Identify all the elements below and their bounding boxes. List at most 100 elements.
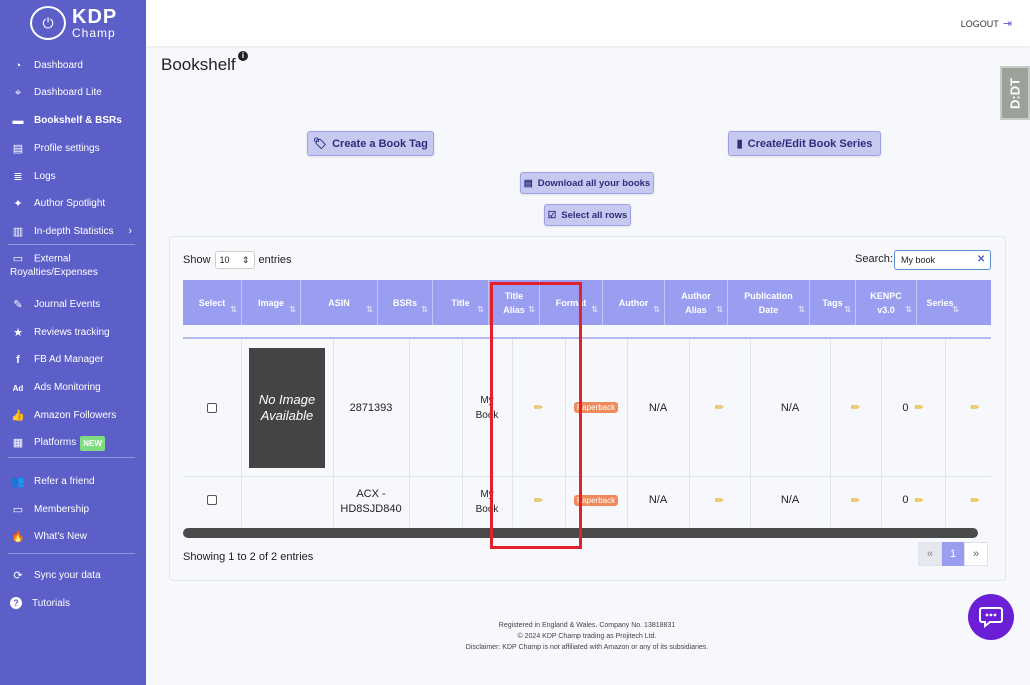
column-header-select[interactable]: Select ⇅	[183, 280, 242, 325]
sort-icon: ⇅	[477, 305, 484, 314]
select-arrows-icon: ⇕	[241, 254, 250, 265]
sort-icon: ⇅	[289, 305, 296, 314]
row-checkbox[interactable]	[207, 495, 217, 505]
logout-link[interactable]: LOGOUT ⇥	[961, 17, 1012, 30]
create-book-tag-button[interactable]: 🏷 Create a Book Tag	[307, 131, 434, 156]
search-label: Search:	[855, 253, 893, 265]
sidebar-item-whats-new[interactable]: 🔥 What's New	[10, 530, 140, 544]
sidebar-item-ads-monitoring[interactable]: Ad Ads Monitoring	[10, 381, 140, 395]
book-cover-placeholder: No Image Available	[249, 347, 325, 468]
logs-icon: ≣	[13, 170, 23, 183]
sidebar-item-author-spotlight[interactable]: ✦ Author Spotlight	[10, 197, 140, 211]
topbar: LOGOUT ⇥	[146, 0, 1030, 46]
footer: Registered in England & Wales. Company N…	[465, 622, 709, 651]
fire-icon: 🔥	[11, 530, 25, 543]
previous-page-button[interactable]: «	[918, 542, 942, 566]
divider	[8, 553, 135, 554]
download-file-icon: ▤	[523, 177, 533, 189]
new-badge: NEW	[80, 436, 105, 451]
sidebar-item-dashboard-lite[interactable]: ⌖ Dashboard Lite	[10, 86, 140, 100]
users-icon: 👥	[11, 475, 25, 488]
column-header-publication-date[interactable]: Publication Date ⇅	[728, 280, 810, 325]
facebook-icon: f	[16, 353, 20, 366]
column-header-series[interactable]: Series ⇅	[917, 280, 963, 325]
edit-kenpc-pencil-icon[interactable]: ✏	[914, 401, 923, 414]
sidebar-item-sync-data[interactable]: ⟳ Sync your data	[10, 569, 140, 583]
side-tab[interactable]: D:DT	[1000, 66, 1030, 120]
sidebar-item-journal-events[interactable]: ✎ Journal Events	[10, 298, 140, 312]
sort-icon: ⇅	[952, 305, 959, 314]
sidebar-item-dashboard[interactable]: ◔ Dashboard	[10, 59, 140, 73]
column-header-kenpc[interactable]: KENPC v3.0 ⇅	[856, 280, 917, 325]
sidebar-item-logs[interactable]: ≣ Logs	[10, 170, 140, 184]
page-1-button[interactable]: 1	[942, 542, 964, 566]
lightbulb-icon: ✦	[13, 197, 23, 210]
page-size-select[interactable]: 10 ⇕	[214, 251, 255, 269]
page-size-control: Show 10 ⇕ entries	[183, 251, 292, 269]
edit-tags-pencil-icon[interactable]: ✏	[851, 401, 860, 414]
column-header-image[interactable]: Image ⇅	[242, 280, 301, 325]
create-edit-series-button[interactable]: ▮ Create/Edit Book Series	[728, 131, 881, 156]
row-checkbox[interactable]	[207, 402, 217, 413]
sidebar-item-in-depth-statistics[interactable]: ▥ In-depth Statistics ›	[10, 225, 140, 239]
sort-icon: ⇅	[844, 305, 851, 314]
asin-cell: 2871393	[349, 401, 393, 414]
chevron-right-icon: ›	[128, 225, 132, 237]
column-header-tags[interactable]: Tags ⇅	[810, 280, 856, 325]
logout-icon: ⇥	[1002, 18, 1012, 30]
pagination: « 1 »	[918, 542, 988, 566]
edit-series-pencil-icon[interactable]: ✏	[970, 401, 979, 414]
chat-bubble-icon[interactable]	[968, 594, 1014, 640]
crosshair-icon: ⌖	[14, 86, 22, 99]
info-icon[interactable]: i	[238, 51, 248, 61]
sidebar-item-reviews-tracking[interactable]: ★ Reviews tracking	[10, 326, 140, 340]
book-icon: ▮	[736, 138, 743, 150]
next-page-button[interactable]: »	[964, 542, 988, 566]
sort-icon: ⇅	[366, 305, 373, 314]
sidebar-item-bookshelf[interactable]: ▬ Bookshelf & BSRs	[10, 114, 140, 128]
checkbox-icon: ☑	[547, 209, 557, 221]
column-header-author[interactable]: Author ⇅	[603, 280, 665, 325]
publication-date-cell: N/A	[780, 494, 800, 506]
sidebar-item-refer-a-friend[interactable]: 👥 Refer a friend	[10, 475, 140, 489]
column-header-bsrs[interactable]: BSRs ⇅	[378, 280, 433, 325]
sidebar-item-membership[interactable]: ▭ Membership	[10, 503, 140, 517]
column-header-asin[interactable]: ASIN ⇅	[301, 280, 378, 325]
edit-author-alias-pencil-icon[interactable]: ✏	[715, 401, 724, 414]
edit-kenpc-pencil-icon[interactable]: ✏	[914, 494, 923, 507]
chart-icon: ▥	[12, 225, 24, 238]
logo-plug-icon: ⏻	[30, 6, 66, 40]
divider	[8, 457, 135, 458]
logo[interactable]: ⏻ KDP Champ	[0, 0, 146, 46]
tag-icon: 🏷	[313, 138, 328, 150]
sort-icon: ⇅	[230, 305, 237, 314]
edit-author-alias-pencil-icon[interactable]: ✏	[715, 494, 724, 507]
sidebar-item-fb-ad-manager[interactable]: f FB Ad Manager	[10, 353, 140, 367]
column-header-title[interactable]: Title ⇅	[433, 280, 489, 325]
select-all-rows-button[interactable]: ☑ Select all rows	[544, 204, 631, 226]
edit-series-pencil-icon[interactable]: ✏	[970, 494, 979, 507]
highlight-box	[490, 282, 582, 549]
kenpc-value: 0	[902, 494, 909, 506]
column-header-author-alias[interactable]: Author Alias ⇅	[665, 280, 728, 325]
edit-tags-pencil-icon[interactable]: ✏	[851, 494, 860, 507]
star-icon: ★	[13, 326, 23, 339]
download-books-button[interactable]: ▤ Download all your books	[520, 172, 654, 194]
sidebar-item-tutorials[interactable]: ? Tutorials	[10, 597, 140, 610]
sidebar-item-platforms[interactable]: ▦ Platforms NEW	[10, 436, 140, 451]
sidebar-item-amazon-followers[interactable]: 👍 Amazon Followers	[10, 409, 140, 423]
divider	[8, 244, 135, 245]
sort-icon: ⇅	[421, 305, 428, 314]
sidebar-item-profile-settings[interactable]: ▤ Profile settings	[10, 142, 140, 156]
clear-search-icon[interactable]: ✕	[977, 254, 985, 265]
sidebar-item-external-royalties[interactable]: ▭ External Royalties/Expenses	[10, 252, 138, 279]
sort-icon: ⇅	[798, 305, 805, 314]
sort-icon: ⇅	[653, 305, 660, 314]
author-cell: N/A	[648, 494, 668, 506]
author-cell: N/A	[648, 401, 668, 414]
wallet-icon: ▭	[12, 252, 24, 265]
feather-icon: ✎	[13, 298, 23, 311]
profile-icon: ▤	[12, 142, 24, 155]
asin-cell: ACX - HD8SJD840	[340, 488, 402, 515]
publication-date-cell: N/A	[780, 401, 800, 414]
